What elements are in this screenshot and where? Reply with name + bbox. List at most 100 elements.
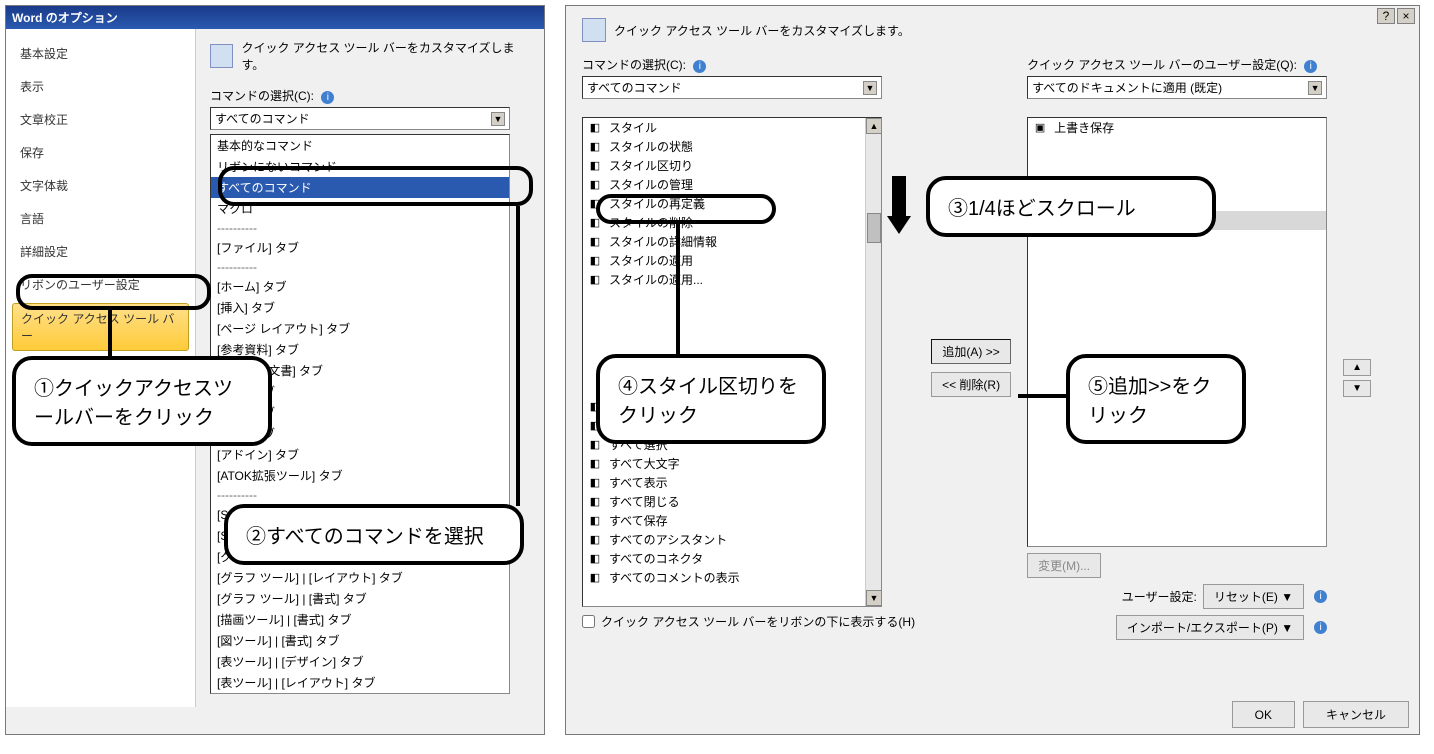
- list-item[interactable]: ◧すべてのコネクタ: [583, 549, 881, 568]
- info-icon[interactable]: i: [693, 60, 706, 73]
- list-item[interactable]: [表ツール] | [レイアウト] タブ: [211, 672, 509, 693]
- info-icon[interactable]: i: [321, 91, 334, 104]
- list-item[interactable]: ◧スタイルの詳細情報: [583, 232, 881, 251]
- chevron-down-icon: ▼: [863, 81, 877, 95]
- close-button[interactable]: ×: [1397, 8, 1415, 24]
- chevron-down-icon: ▼: [1308, 81, 1322, 95]
- list-item[interactable]: ◧スタイルの削除: [583, 213, 881, 232]
- list-item[interactable]: [グラフ ツール] | [レイアウト] タブ: [211, 567, 509, 588]
- callout-3: ③1/4ほどスクロール: [926, 176, 1216, 237]
- header-text: クイック アクセス ツール バーをカスタマイズします。: [614, 22, 910, 39]
- move-down-button[interactable]: ▼: [1343, 380, 1371, 397]
- move-up-button[interactable]: ▲: [1343, 359, 1371, 376]
- command-icon: ◧: [587, 456, 603, 472]
- sidebar-item-language[interactable]: 言語: [6, 202, 195, 235]
- list-item[interactable]: ◧スタイル: [583, 118, 881, 137]
- list-item[interactable]: [1028, 137, 1326, 155]
- command-icon: ◧: [587, 139, 603, 155]
- list-item[interactable]: ◧ すべて大文字: [583, 454, 881, 473]
- list-item-label: すべてのコメントの表示: [609, 569, 740, 586]
- cmd-select-dropdown[interactable]: すべてのコマンド ▼: [210, 107, 510, 130]
- list-item[interactable]: [ホーム] タブ: [211, 276, 509, 297]
- list-item[interactable]: [ATOK拡張ツール] タブ: [211, 465, 509, 486]
- help-button[interactable]: ?: [1377, 8, 1395, 24]
- callout-1: ①クイックアクセスツールバーをクリック: [12, 356, 272, 446]
- list-item[interactable]: [583, 325, 881, 343]
- list-item[interactable]: [挿入] タブ: [211, 297, 509, 318]
- list-item[interactable]: ----------: [211, 258, 509, 276]
- list-item[interactable]: ◧スタイルの管理: [583, 175, 881, 194]
- cmd-select-dropdown[interactable]: すべてのコマンド ▼: [582, 76, 882, 99]
- scroll-up-icon[interactable]: ▲: [866, 118, 882, 134]
- options-dialog-right: ? × クイック アクセス ツール バーをカスタマイズします。 コマンドの選択(…: [565, 5, 1420, 735]
- cmd-select-label: コマンドの選択(C):: [582, 58, 686, 72]
- list-item[interactable]: [描画ツール] | [書式] タブ: [211, 609, 509, 630]
- list-item[interactable]: ◧ すべて表示: [583, 473, 881, 492]
- command-icon: [587, 344, 603, 360]
- info-icon[interactable]: i: [1314, 590, 1327, 603]
- sidebar-item-typography[interactable]: 文字体裁: [6, 169, 195, 202]
- connector-1: [108, 310, 112, 360]
- show-below-ribbon-checkbox[interactable]: [582, 615, 595, 628]
- list-item[interactable]: ◧すべて保存: [583, 511, 881, 530]
- list-item[interactable]: ◧スタイル区切り: [583, 156, 881, 175]
- command-icon: ◧: [587, 513, 603, 529]
- list-item[interactable]: [583, 289, 881, 307]
- list-item[interactable]: [グラフ ツール] | [書式] タブ: [211, 588, 509, 609]
- remove-button[interactable]: << 削除(R): [931, 372, 1011, 397]
- list-item[interactable]: [ページ レイアウト] タブ: [211, 318, 509, 339]
- command-icon: ◧: [587, 234, 603, 250]
- reset-button[interactable]: リセット(E) ▼: [1203, 584, 1304, 609]
- info-icon[interactable]: i: [1314, 621, 1327, 634]
- ok-button[interactable]: OK: [1232, 701, 1295, 728]
- list-item[interactable]: マクロ: [211, 198, 509, 219]
- list-item[interactable]: ◧スタイルの再定義: [583, 194, 881, 213]
- list-item[interactable]: ▣上書き保存: [1028, 118, 1326, 137]
- titlebar: Word のオプション: [6, 6, 544, 29]
- list-item[interactable]: [図ツール] | [書式] タブ: [211, 630, 509, 651]
- modify-button[interactable]: 変更(M)...: [1027, 553, 1101, 578]
- scroll-thumb[interactable]: [867, 213, 881, 243]
- cancel-button[interactable]: キャンセル: [1303, 701, 1409, 728]
- list-item[interactable]: [ファイル] タブ: [211, 237, 509, 258]
- sidebar-item-save[interactable]: 保存: [6, 136, 195, 169]
- list-item-label: スタイルの再定義: [609, 195, 705, 212]
- list-item[interactable]: [アドイン] タブ: [211, 444, 509, 465]
- list-item[interactable]: ◧スタイルの適用...: [583, 270, 881, 289]
- list-item[interactable]: 基本的なコマンド: [211, 135, 509, 156]
- list-item[interactable]: ◧すべてのコメントの表示: [583, 568, 881, 587]
- sidebar-item-qat[interactable]: クイック アクセス ツール バー: [12, 303, 189, 351]
- list-item[interactable]: [表ツール] | [デザイン] タブ: [211, 651, 509, 672]
- sidebar-item-advanced[interactable]: 詳細設定: [6, 235, 195, 268]
- sidebar-item-ribbon[interactable]: リボンのユーザー設定: [6, 268, 195, 301]
- list-item[interactable]: ----------: [211, 219, 509, 237]
- header-text: クイック アクセス ツール バーをカスタマイズします。: [241, 39, 530, 73]
- qat-scope-dropdown[interactable]: すべてのドキュメントに適用 (既定) ▼: [1027, 76, 1327, 99]
- list-item[interactable]: すべてのコマンド: [211, 177, 509, 198]
- scrollbar[interactable]: ▲ ▼: [865, 118, 881, 606]
- list-item[interactable]: ◧すべてのアシスタント: [583, 530, 881, 549]
- options-dialog-left: Word のオプション 基本設定 表示 文章校正 保存 文字体裁 言語 詳細設定…: [5, 5, 545, 735]
- list-item[interactable]: ----------: [211, 486, 509, 504]
- sidebar-item-basic[interactable]: 基本設定: [6, 37, 195, 70]
- add-button[interactable]: 追加(A) >>: [931, 339, 1011, 364]
- command-icon: ◧: [587, 437, 603, 453]
- list-item[interactable]: リボンにないコマンド: [211, 156, 509, 177]
- list-item[interactable]: ◧スタイルの状態: [583, 137, 881, 156]
- info-icon[interactable]: i: [1304, 60, 1317, 73]
- sidebar-item-display[interactable]: 表示: [6, 70, 195, 103]
- command-icon: ◧: [587, 475, 603, 491]
- list-item-label: すべて大文字: [609, 455, 680, 472]
- command-icon: ◧: [587, 177, 603, 193]
- list-item[interactable]: [583, 307, 881, 325]
- list-item-label: すべて表示: [609, 474, 668, 491]
- command-icon: ◧: [587, 551, 603, 567]
- command-icon: ◧: [587, 215, 603, 231]
- scroll-down-icon[interactable]: ▼: [866, 590, 882, 606]
- connector-5: [1018, 394, 1068, 398]
- sidebar-item-proofing[interactable]: 文章校正: [6, 103, 195, 136]
- list-item[interactable]: [1028, 155, 1326, 173]
- import-export-button[interactable]: インポート/エクスポート(P) ▼: [1116, 615, 1304, 640]
- list-item[interactable]: ◧スタイルの適用: [583, 251, 881, 270]
- list-item[interactable]: ◧すべて閉じる: [583, 492, 881, 511]
